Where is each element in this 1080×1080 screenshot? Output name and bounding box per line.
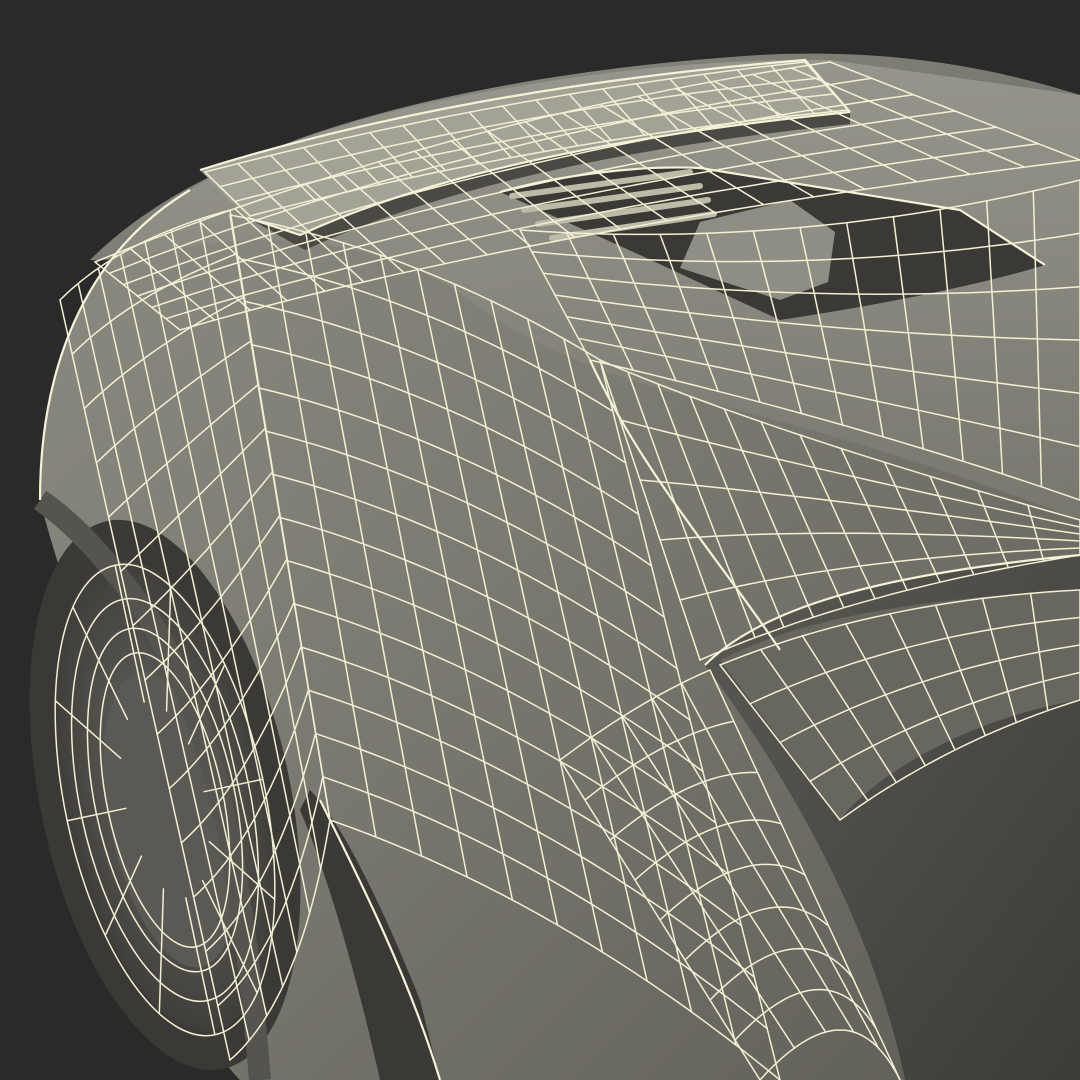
render-viewport	[0, 0, 1080, 1080]
wireframe-render	[0, 0, 1080, 1080]
